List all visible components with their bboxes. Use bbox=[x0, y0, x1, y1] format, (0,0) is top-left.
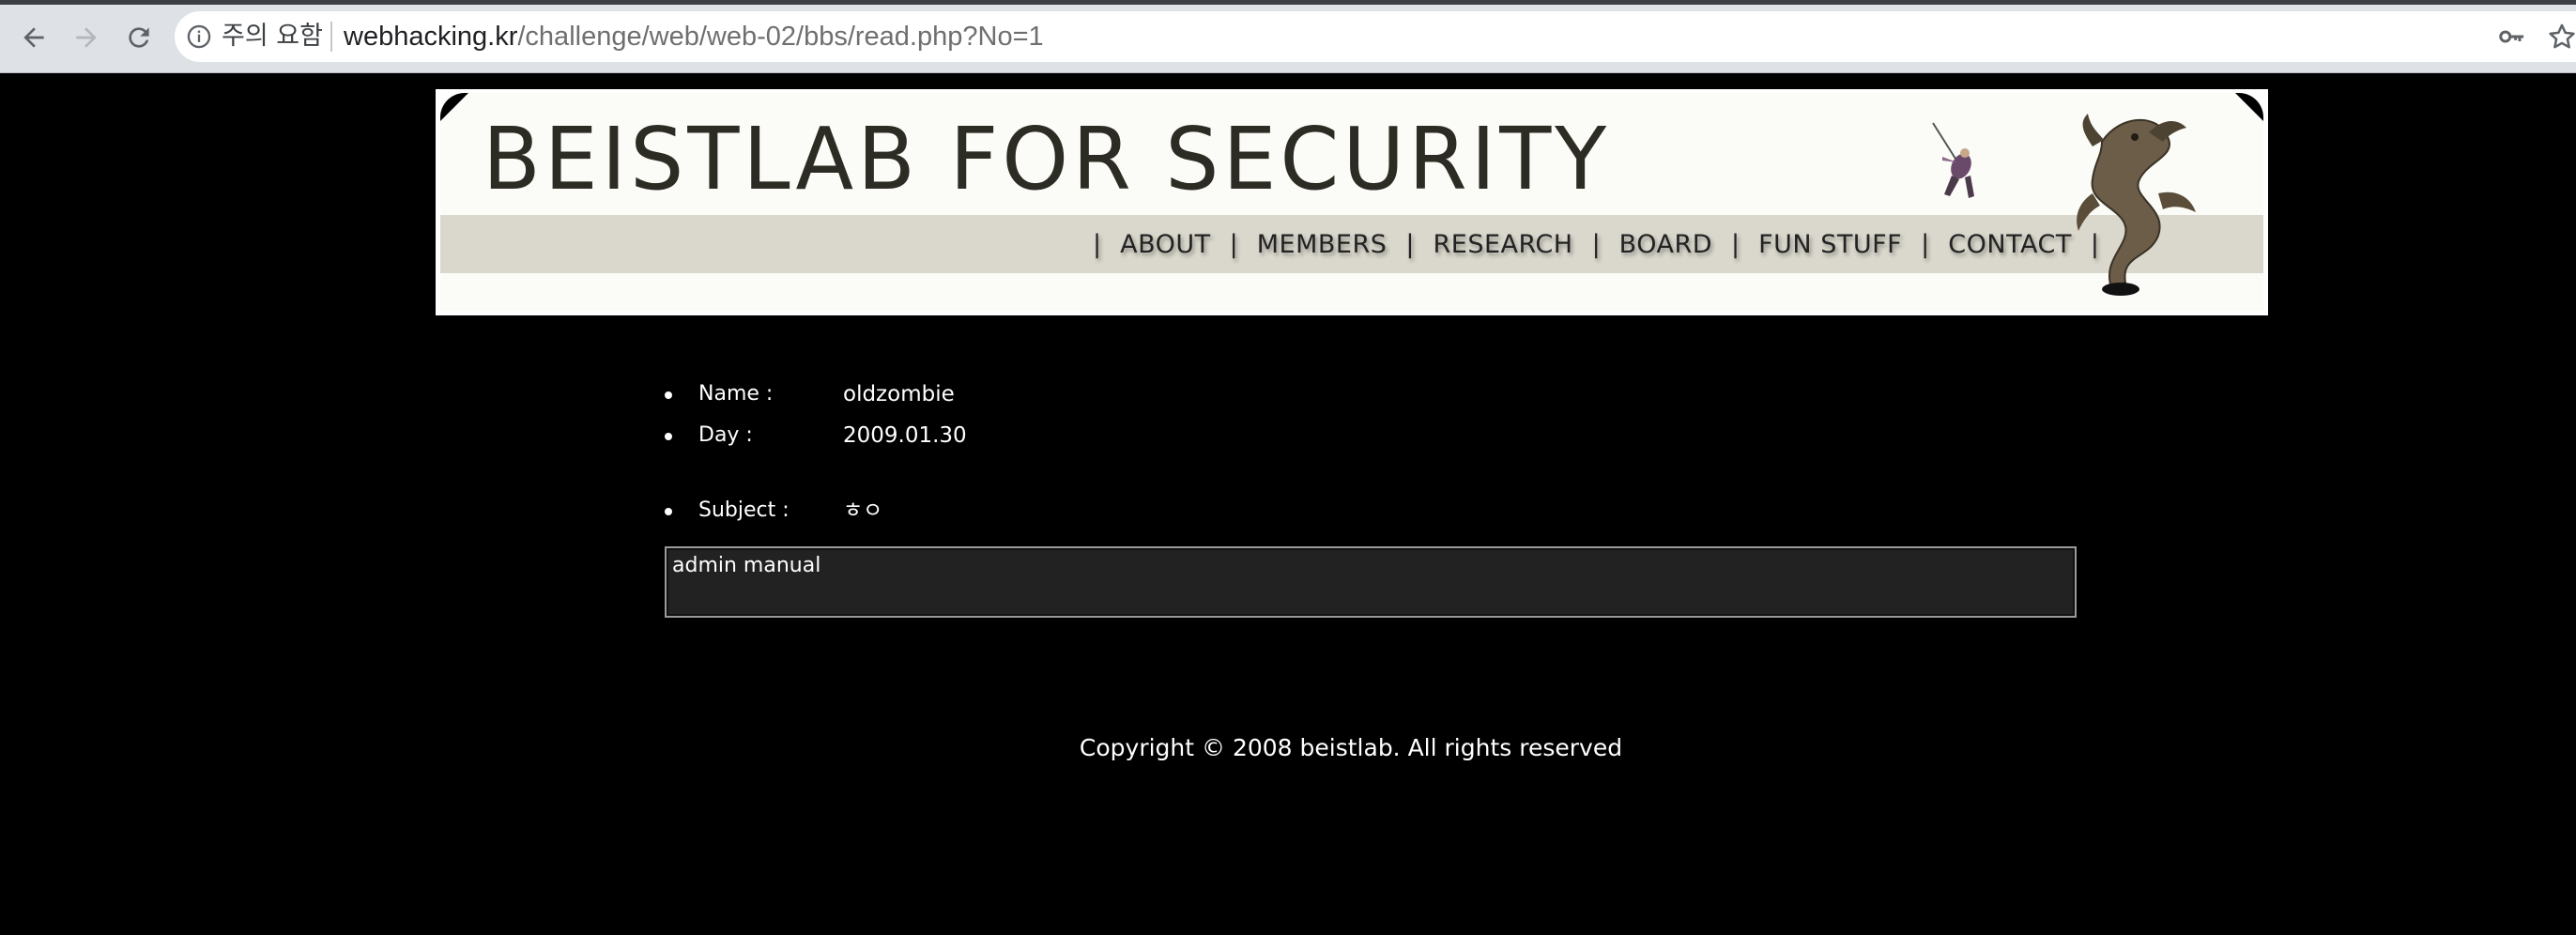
bullet-icon bbox=[665, 508, 672, 515]
banner-corner-right bbox=[2235, 93, 2263, 121]
name-value: oldzombie bbox=[843, 382, 955, 406]
reload-button[interactable] bbox=[120, 19, 158, 56]
banner-image: BEISTLAB FOR SECURITY | ABOUT | MEMBERS … bbox=[440, 93, 2263, 311]
url-path: /challenge/web/web-02/bbs/read.php?No=1 bbox=[517, 22, 1044, 52]
bullet-icon bbox=[665, 433, 672, 440]
dragon-illustration bbox=[2077, 114, 2196, 296]
info-icon[interactable] bbox=[186, 23, 212, 50]
subject-label: Subject : bbox=[698, 498, 790, 522]
security-label[interactable]: 주의 요함 bbox=[222, 21, 323, 53]
nav-about[interactable]: ABOUT bbox=[1120, 230, 1211, 259]
reload-icon bbox=[129, 27, 149, 48]
ninja-illustration bbox=[1932, 122, 1974, 198]
banner-corner-left bbox=[440, 93, 468, 121]
tab-strip bbox=[0, 0, 2576, 5]
site-banner: BEISTLAB FOR SECURITY | ABOUT | MEMBERS … bbox=[436, 89, 2268, 315]
omnibox-divider bbox=[330, 22, 332, 52]
nav-members[interactable]: MEMBERS bbox=[1257, 230, 1388, 259]
bullet-icon bbox=[665, 391, 672, 399]
url-text[interactable]: webhacking.kr/challenge/web/web-02/bbs/r… bbox=[344, 21, 1044, 53]
key-icon[interactable] bbox=[2495, 23, 2527, 51]
banner-nav: | ABOUT | MEMBERS | RESEARCH | BOARD | F… bbox=[1093, 229, 2099, 259]
url-host: webhacking.kr bbox=[344, 22, 518, 52]
day-value: 2009.01.30 bbox=[843, 423, 967, 448]
post-content: admin manual bbox=[672, 554, 821, 577]
bookmark-star-icon[interactable] bbox=[2546, 21, 2576, 53]
arrow-left-icon bbox=[23, 27, 44, 48]
back-button[interactable] bbox=[15, 19, 53, 56]
day-label: Day : bbox=[698, 423, 753, 447]
address-bar[interactable]: 주의 요함 webhacking.kr/challenge/web/web-02… bbox=[175, 11, 2576, 62]
subject-value: ㅎㅇ bbox=[843, 498, 883, 523]
copyright-footer: Copyright © 2008 beistlab. All rights re… bbox=[1079, 734, 1623, 761]
nav-board[interactable]: BOARD bbox=[1619, 230, 1712, 259]
nav-fun-stuff[interactable]: FUN STUFF bbox=[1758, 230, 1902, 259]
forward-button[interactable] bbox=[68, 19, 105, 56]
post-content-box: admin manual bbox=[665, 546, 2077, 618]
banner-title: BEISTLAB FOR SECURITY bbox=[483, 109, 1611, 209]
arrow-right-icon bbox=[76, 27, 97, 48]
name-label: Name : bbox=[698, 382, 774, 406]
browser-toolbar: 주의 요함 webhacking.kr/challenge/web/web-02… bbox=[0, 0, 2576, 73]
nav-research[interactable]: RESEARCH bbox=[1434, 230, 1573, 259]
